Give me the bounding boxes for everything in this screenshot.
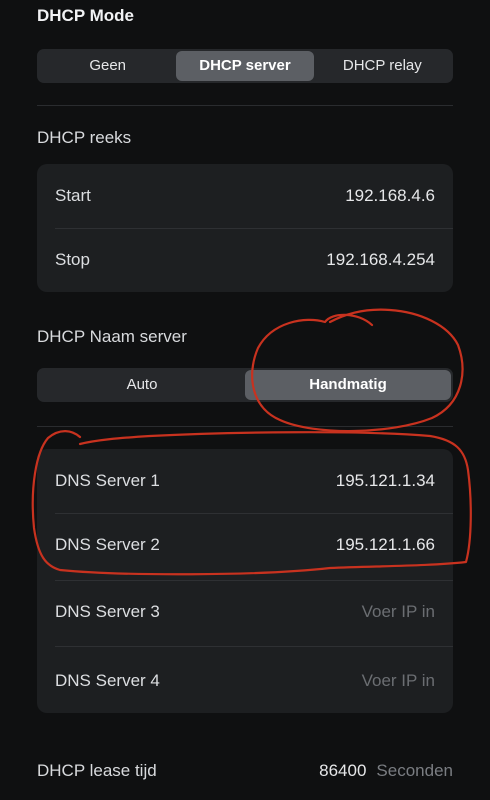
dns-server-2-row[interactable]: DNS Server 2 195.121.1.66 <box>37 513 453 577</box>
lease-time-value-group: 86400 Seconden <box>319 761 453 781</box>
dns-server-3-input[interactable]: Voer IP in <box>362 602 435 622</box>
dns-server-1-row[interactable]: DNS Server 1 195.121.1.34 <box>37 449 453 513</box>
dhcp-range-start-row[interactable]: Start 192.168.4.6 <box>37 164 453 228</box>
dns-server-3-row[interactable]: DNS Server 3 Voer IP in <box>37 580 453 644</box>
name-server-segmented-control: Auto Handmatig <box>37 368 453 402</box>
dns-server-4-label: DNS Server 4 <box>55 671 160 690</box>
lease-time-input[interactable]: 86400 <box>319 761 366 781</box>
dhcp-mode-option-geen[interactable]: Geen <box>39 51 176 81</box>
dns-server-1-label: DNS Server 1 <box>55 471 160 490</box>
dns-server-4-input[interactable]: Voer IP in <box>362 671 435 691</box>
dns-server-3-label: DNS Server 3 <box>55 602 160 621</box>
dhcp-range-title: DHCP reeks <box>37 128 132 147</box>
dhcp-mode-option-dhcp-server[interactable]: DHCP server <box>176 51 314 81</box>
stop-value[interactable]: 192.168.4.254 <box>326 250 435 270</box>
dns-server-4-row[interactable]: DNS Server 4 Voer IP in <box>37 649 453 713</box>
name-server-option-auto[interactable]: Auto <box>39 370 245 400</box>
start-value[interactable]: 192.168.4.6 <box>345 186 435 206</box>
dns-server-2-label: DNS Server 2 <box>55 535 160 554</box>
dns-servers-card: DNS Server 1 195.121.1.34 DNS Server 2 1… <box>37 449 453 713</box>
start-label: Start <box>55 186 91 205</box>
section-divider <box>37 105 453 106</box>
lease-time-row[interactable]: DHCP lease tijd 86400 Seconden <box>37 756 453 786</box>
dhcp-mode-option-dhcp-relay[interactable]: DHCP relay <box>314 51 451 81</box>
row-divider <box>55 646 453 647</box>
name-server-option-handmatig[interactable]: Handmatig <box>245 370 451 400</box>
dns-server-1-input[interactable]: 195.121.1.34 <box>336 471 435 491</box>
lease-time-unit: Seconden <box>376 761 453 780</box>
dns-server-2-input[interactable]: 195.121.1.66 <box>336 535 435 555</box>
section-divider <box>37 426 453 427</box>
dhcp-mode-title: DHCP Mode <box>37 6 134 25</box>
lease-time-label: DHCP lease tijd <box>37 761 157 780</box>
stop-label: Stop <box>55 250 90 269</box>
dhcp-mode-segmented-control: Geen DHCP server DHCP relay <box>37 49 453 83</box>
dhcp-range-stop-row[interactable]: Stop 192.168.4.254 <box>37 228 453 292</box>
dhcp-range-card: Start 192.168.4.6 Stop 192.168.4.254 <box>37 164 453 292</box>
name-server-title: DHCP Naam server <box>37 327 187 346</box>
